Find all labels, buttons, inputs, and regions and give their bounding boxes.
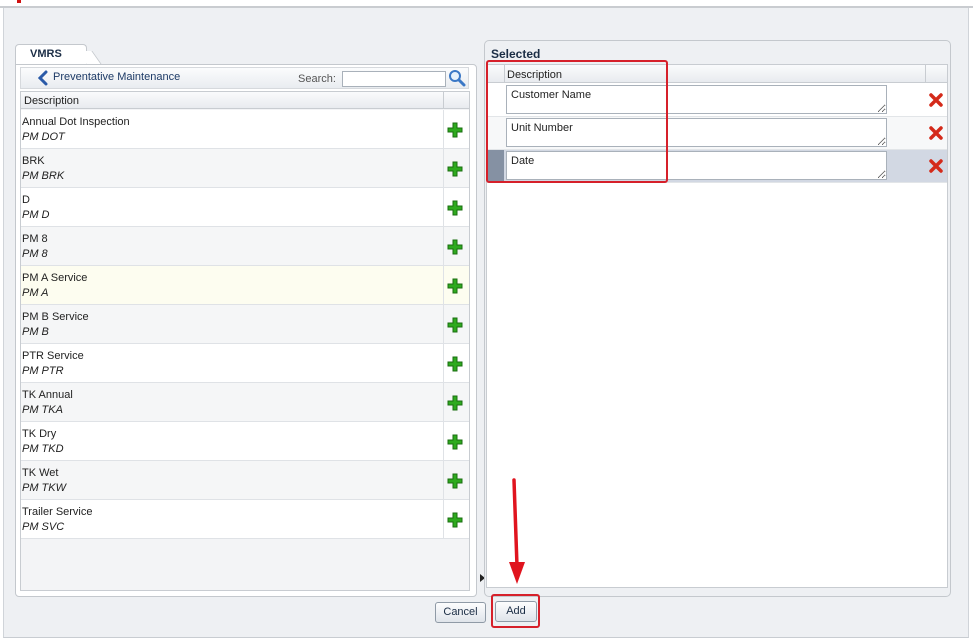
list-item[interactable]: BRK PM BRK (21, 149, 469, 188)
column-divider (443, 344, 444, 383)
item-name: Annual Dot Inspection (22, 116, 130, 128)
delete-icon[interactable] (929, 159, 943, 173)
search-input[interactable] (342, 71, 446, 87)
list-item[interactable]: PM B Service PM B (21, 305, 469, 344)
add-icon[interactable] (447, 356, 463, 372)
item-code: PM TKW (22, 482, 66, 494)
item-code: PM B (22, 326, 49, 338)
add-icon[interactable] (447, 278, 463, 294)
list-item[interactable]: PTR Service PM PTR (21, 344, 469, 383)
item-code: PM A (22, 287, 49, 299)
column-divider (443, 422, 444, 461)
item-name: BRK (22, 155, 45, 167)
selected-panel-title: Selected (491, 47, 541, 61)
list-item[interactable]: PM A Service PM A (21, 266, 469, 305)
tab-vmrs[interactable]: VMRS (15, 44, 87, 65)
item-name: Trailer Service (22, 506, 93, 518)
item-code: PM D (22, 209, 50, 221)
add-icon[interactable] (447, 317, 463, 333)
top-strip (0, 0, 973, 8)
list-item[interactable]: Annual Dot Inspection PM DOT (21, 110, 469, 149)
top-red-mark (17, 0, 21, 3)
item-name: PM B Service (22, 311, 89, 323)
annotation-arrow-icon (509, 478, 525, 584)
list-item[interactable]: D PM D (21, 188, 469, 227)
header-divider (443, 92, 444, 109)
search-icon[interactable] (447, 69, 467, 87)
item-code: PM TKA (22, 404, 63, 416)
back-icon[interactable] (36, 70, 50, 86)
add-icon[interactable] (447, 473, 463, 489)
column-divider (443, 461, 444, 500)
add-icon[interactable] (447, 434, 463, 450)
breadcrumb[interactable]: Preventative Maintenance (53, 71, 180, 83)
item-code: PM 8 (22, 248, 48, 260)
item-name: TK Wet (22, 467, 59, 479)
column-divider (443, 500, 444, 539)
item-code: PM DOT (22, 131, 65, 143)
column-divider (443, 188, 444, 227)
column-divider (443, 149, 444, 188)
add-icon[interactable] (447, 122, 463, 138)
item-name: PTR Service (22, 350, 84, 362)
available-table-header: Description (21, 92, 469, 109)
list-item[interactable]: Trailer Service PM SVC (21, 500, 469, 539)
annotation-highlight-box (486, 60, 668, 183)
item-name: PM A Service (22, 272, 88, 284)
list-item[interactable]: TK Wet PM TKW (21, 461, 469, 500)
add-icon[interactable] (447, 161, 463, 177)
list-item[interactable]: TK Annual PM TKA (21, 383, 469, 422)
delete-icon[interactable] (929, 93, 943, 107)
add-icon[interactable] (447, 239, 463, 255)
annotation-highlight-box (491, 594, 540, 628)
column-divider (443, 266, 444, 305)
item-code: PM SVC (22, 521, 65, 533)
item-name: PM 8 (22, 233, 48, 245)
cancel-button[interactable]: Cancel (435, 602, 486, 623)
add-icon[interactable] (447, 200, 463, 216)
search-label: Search: (298, 73, 336, 85)
add-icon[interactable] (447, 512, 463, 528)
column-divider (443, 305, 444, 344)
list-item[interactable]: PM 8 PM 8 (21, 227, 469, 266)
item-name: TK Annual (22, 389, 73, 401)
item-code: PM PTR (22, 365, 64, 377)
item-name: TK Dry (22, 428, 57, 440)
item-name: D (22, 194, 30, 206)
delete-icon[interactable] (929, 126, 943, 140)
item-code: PM TKD (22, 443, 64, 455)
add-icon[interactable] (447, 395, 463, 411)
column-divider (443, 227, 444, 266)
column-divider (443, 383, 444, 422)
description-column-header[interactable]: Description (24, 95, 79, 107)
column-divider (443, 110, 444, 149)
dialog-page: VMRS Preventative Maintenance Search: De… (0, 0, 973, 641)
list-item[interactable]: TK Dry PM TKD (21, 422, 469, 461)
header-divider (925, 65, 926, 83)
item-code: PM BRK (22, 170, 65, 182)
